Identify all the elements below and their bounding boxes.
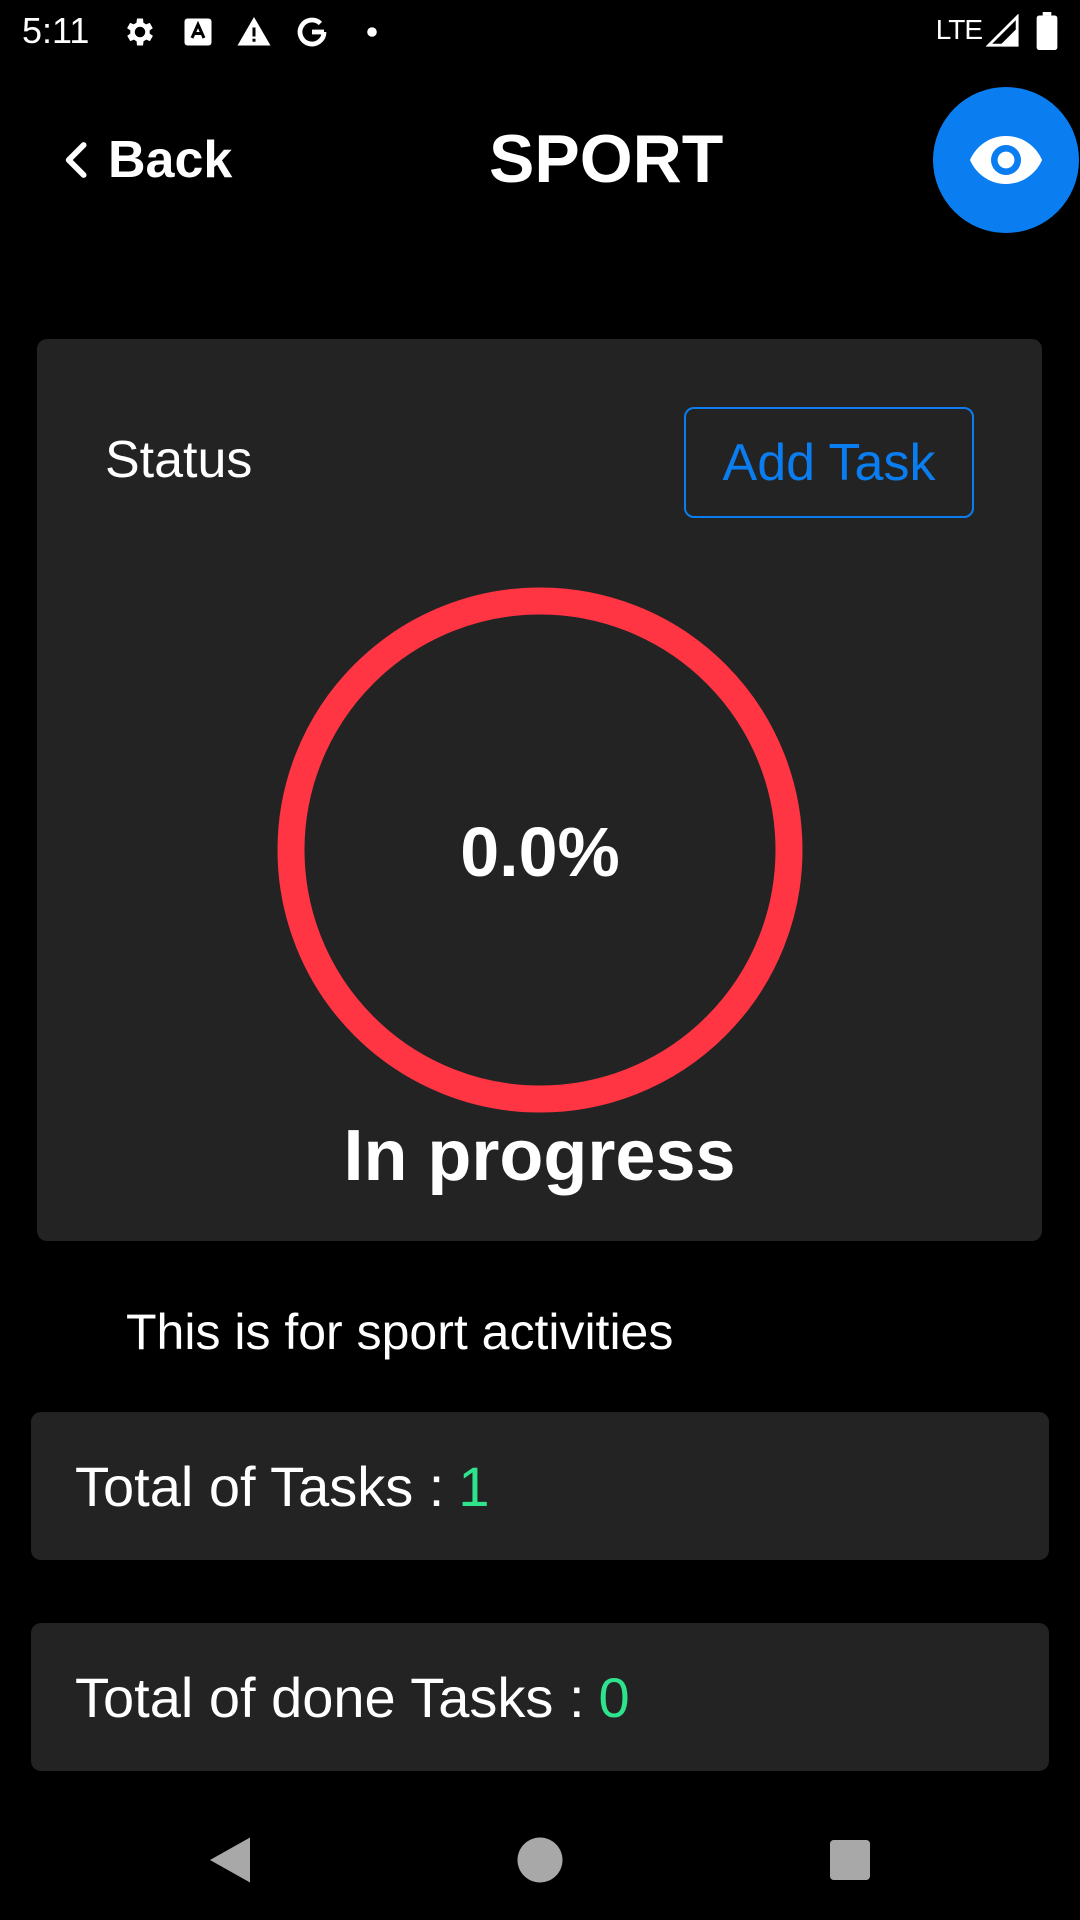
progress-status-text: In progress — [343, 1116, 736, 1196]
total-tasks-label: Total of Tasks : — [75, 1454, 445, 1518]
font-a-icon — [184, 18, 212, 46]
recents-square-icon[interactable] — [820, 1830, 880, 1890]
back-label: Back — [108, 131, 233, 189]
status-bar — [0, 0, 1080, 64]
warning-icon — [237, 17, 271, 46]
total-tasks-card: Total of Tasks : 1 — [31, 1412, 1049, 1560]
battery-icon — [1036, 12, 1058, 50]
total-tasks-value: 1 — [458, 1454, 490, 1518]
back-button[interactable]: Back — [60, 128, 232, 192]
add-task-button[interactable]: Add Task — [684, 407, 974, 518]
status-label: Status — [105, 431, 253, 489]
page-title: SPORT — [489, 121, 724, 197]
network-type: LTE — [935, 14, 983, 45]
view-button[interactable] — [933, 87, 1079, 233]
done-tasks-value: 0 — [598, 1665, 630, 1729]
google-g-icon — [297, 17, 327, 47]
dot-icon — [367, 27, 377, 37]
back-triangle-icon[interactable] — [200, 1830, 260, 1890]
home-circle-icon[interactable] — [510, 1830, 570, 1890]
done-tasks-label: Total of done Tasks : — [75, 1665, 585, 1729]
done-tasks-card: Total of done Tasks : 0 — [31, 1623, 1049, 1771]
category-description: This is for sport activities — [126, 1304, 674, 1360]
signal-icon — [986, 14, 1019, 47]
eye-icon — [970, 136, 1042, 184]
progress-percentage: 0.0% — [460, 813, 620, 891]
status-time: 5:11 — [22, 10, 90, 51]
chevron-left-icon — [65, 142, 87, 178]
gear-icon — [127, 18, 153, 46]
